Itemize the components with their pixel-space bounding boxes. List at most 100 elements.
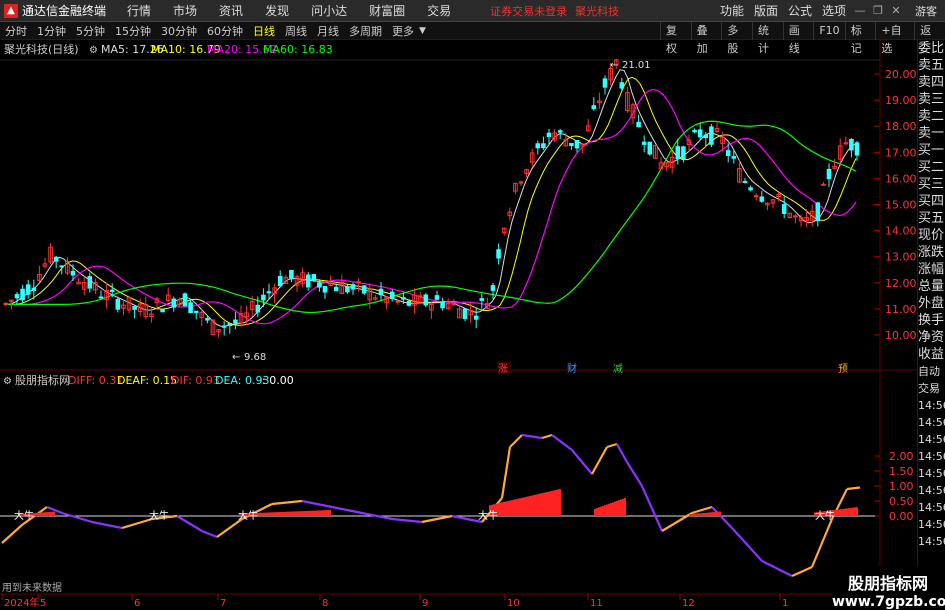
indicator-tick-label: 0.50 [889, 495, 914, 508]
close-icon[interactable]: ✕ [887, 4, 905, 17]
period-monthly[interactable]: 月线 [312, 23, 344, 39]
draw-button[interactable]: 画线 [782, 22, 814, 55]
menu-ask[interactable]: 问小达 [300, 2, 358, 19]
quote-field: 总量 [918, 279, 945, 294]
stats-button[interactable]: 统计 [752, 22, 783, 55]
settings-gear-icon[interactable]: ⚙ [89, 45, 98, 56]
oscillator-segment [61, 511, 93, 524]
period-timeshare[interactable]: 分时 [0, 23, 32, 39]
event-marker-forecast[interactable]: 预 [838, 363, 848, 375]
chart-area[interactable]: 20.00 19.00 18.00 17.00 16.00 15.00 14.00 13.00… [0, 40, 917, 609]
menu-market[interactable]: 市场 [162, 2, 208, 19]
f10-button[interactable]: F10 [813, 22, 844, 40]
price-tick-label: 16.00 [885, 172, 917, 185]
menu-discover[interactable]: 发现 [254, 2, 300, 19]
buy-signal: 大牛 [149, 509, 169, 522]
candle-body [759, 196, 765, 202]
oscillator-segment [591, 446, 608, 475]
oscillator-segment [810, 518, 834, 568]
quote-field: 14:56 [918, 501, 945, 514]
period-30min[interactable]: 30分钟 [156, 23, 202, 39]
quote-field: 买四 [918, 194, 945, 209]
candle-body [361, 285, 367, 294]
period-15min[interactable]: 15分钟 [110, 23, 156, 39]
multi-stock-button[interactable]: 多股 [721, 22, 752, 55]
oscillator-segment [521, 433, 543, 440]
price-tick-label: 19.00 [885, 94, 917, 107]
candle-body [255, 304, 261, 313]
period-multi[interactable]: 多周期 [344, 23, 387, 39]
candle-body [350, 284, 356, 290]
period-daily[interactable]: 日线 [248, 23, 280, 39]
indicator-settings-icon[interactable]: ⚙ [3, 376, 12, 387]
event-marker-finance[interactable]: 财 [567, 362, 577, 375]
time-label: 12 [682, 598, 695, 609]
quote-field: 外盘 [918, 296, 945, 311]
mark-button[interactable]: 标记 [844, 22, 876, 55]
oscillator-segment [421, 514, 453, 524]
indicator-tick-label: 0.00 [889, 510, 914, 523]
menu-quotes[interactable]: 行情 [116, 2, 162, 19]
candle-body [14, 294, 20, 299]
candle-body [266, 291, 272, 294]
oscillator-segment [606, 442, 618, 449]
period-1min[interactable]: 1分钟 [32, 23, 71, 39]
overlay-button[interactable]: 叠加 [690, 22, 722, 55]
menu-wealth[interactable]: 财富圈 [358, 2, 416, 19]
quote-field: 买一 [918, 143, 945, 158]
period-5min[interactable]: 5分钟 [71, 23, 110, 39]
candle-body [781, 204, 787, 214]
oscillator-segment [551, 434, 573, 451]
indicator-tick-label: 1.00 [889, 480, 914, 493]
menu-functions[interactable]: 功能 [715, 2, 749, 19]
time-label: 1 [782, 598, 788, 609]
adjust-button[interactable]: 复权 [660, 22, 691, 55]
event-marker-rise[interactable]: 涨 [498, 363, 508, 375]
login-status[interactable]: 证券交易未登录 [490, 3, 567, 19]
candle-body [289, 269, 294, 280]
chevron-down-icon[interactable]: ▼ [419, 26, 426, 36]
time-axis: 2024年 5 6 7 8 9 10 11 12 1 [1, 594, 788, 609]
menu-formula[interactable]: 公式 [783, 2, 817, 19]
quote-field: 卖一 [918, 126, 945, 141]
time-label: 7 [220, 598, 226, 609]
candle-body [619, 82, 625, 89]
event-marker-reduce[interactable]: 减 [613, 363, 623, 375]
period-60min[interactable]: 60分钟 [202, 23, 248, 39]
app-title: 通达信金融终端 [22, 4, 107, 18]
candle-body [221, 325, 227, 328]
restore-icon[interactable]: ❐ [869, 4, 887, 17]
candle-body [233, 319, 238, 324]
oscillator-segment [846, 486, 861, 491]
menu-trade[interactable]: 交易 [416, 2, 462, 19]
quote-field: 收益 [918, 347, 945, 362]
oscillator-segment [626, 461, 643, 487]
candle-body [675, 146, 681, 159]
quote-field: 14:56 [918, 518, 945, 531]
guest-user[interactable]: 游客 [915, 3, 937, 19]
ma60-label: MA60: 16.83 [263, 43, 333, 56]
add-watchlist-button[interactable]: +自选 [875, 22, 914, 55]
candle-body [193, 310, 199, 313]
menu-layout[interactable]: 版面 [749, 2, 783, 19]
buy-signal: 大牛 [478, 509, 498, 522]
oscillator-segment [1, 524, 23, 544]
candle-body [849, 138, 854, 151]
period-weekly[interactable]: 周线 [280, 23, 312, 39]
buy-signal: 大牛 [238, 509, 258, 522]
candle-body [311, 274, 317, 282]
dif-label: DIF: 0.93 [171, 374, 220, 387]
menu-options[interactable]: 选项 [817, 2, 851, 19]
back-button[interactable]: 返回 [914, 22, 945, 55]
quote-field: 委比 [918, 41, 945, 56]
period-more[interactable]: 更多 [387, 23, 419, 39]
minimize-icon[interactable]: — [851, 4, 869, 17]
candle-body [277, 275, 283, 287]
candle-body [59, 265, 65, 268]
candle-body [731, 156, 737, 159]
time-label: 9 [422, 598, 428, 609]
candle-body [725, 150, 731, 157]
candle-body [636, 121, 641, 128]
menu-news[interactable]: 资讯 [208, 2, 254, 19]
quote-field: 换手 [918, 313, 945, 328]
